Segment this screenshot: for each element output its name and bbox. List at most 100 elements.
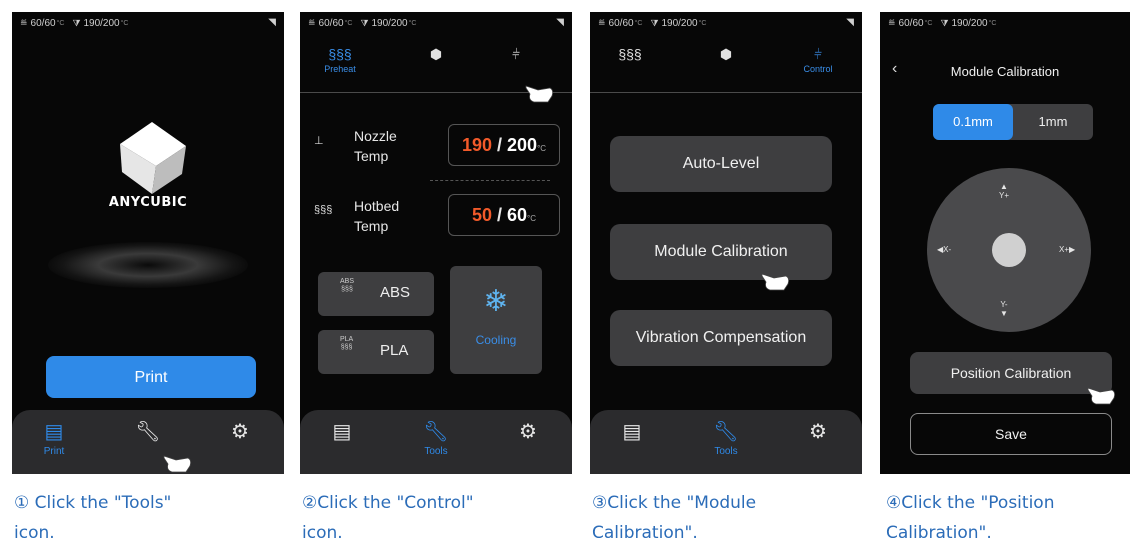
screen-home: ≝ 60/60 °C ⧩ 190/200 °C ◥ ANYCUBIC Print ▤ P… bbox=[12, 12, 284, 474]
deg-unit: °C bbox=[924, 19, 933, 27]
nav-tools-label: Tools bbox=[424, 446, 448, 457]
gear-icon: ⚙ bbox=[809, 421, 827, 443]
gear-icon: ⚙ bbox=[519, 421, 537, 443]
position-calibration-button[interactable]: Position Calibration bbox=[910, 352, 1112, 394]
abs-preheat-button[interactable]: ABS §§§ ABS bbox=[318, 272, 434, 316]
heater-icon: ABS §§§ bbox=[340, 278, 355, 293]
deg-unit: °C bbox=[120, 19, 129, 27]
hand-pointer-icon bbox=[525, 85, 554, 103]
pla-small-label: PLA bbox=[340, 336, 354, 343]
nav-settings[interactable]: ⚙ bbox=[210, 420, 270, 446]
x-plus-button[interactable]: X+▶ bbox=[1059, 245, 1075, 254]
nav-tools[interactable]: 🔧︎ Tools bbox=[406, 420, 466, 457]
nozzle-temp-field[interactable]: 190 / 200°C bbox=[448, 124, 560, 166]
hotbed-current: 50 bbox=[471, 205, 492, 225]
wrench-icon: 🔧︎ bbox=[423, 421, 449, 443]
hand-pointer-icon bbox=[1087, 387, 1116, 405]
decorative-swirl bbox=[48, 242, 248, 288]
caption-step-4: ④Click the "Position Calibration". bbox=[886, 488, 1126, 548]
tab-control[interactable]: ⫩ Control bbox=[786, 44, 850, 74]
nav-print[interactable]: ▤ bbox=[602, 420, 662, 446]
caption-step-2: ②Click the "Control" icon. bbox=[302, 488, 542, 548]
tab-control[interactable]: ⫩ bbox=[484, 44, 548, 64]
deg-unit: °C bbox=[988, 19, 997, 27]
nozzle-temp-status: 190/200 bbox=[371, 17, 408, 29]
file-icon: ▤ bbox=[622, 421, 642, 443]
caption-line: icon. bbox=[14, 523, 55, 543]
caption-line: ① Click the "Tools" bbox=[14, 493, 172, 513]
vibration-compensation-button[interactable]: Vibration Compensation bbox=[610, 310, 832, 366]
tab-preheat[interactable]: §§§ bbox=[598, 44, 662, 64]
bed-temp-status: 60/60 bbox=[318, 17, 344, 29]
y-minus-label: Y- bbox=[1000, 300, 1008, 309]
nozzle-icon: ⧩ bbox=[940, 17, 949, 28]
screen-control: ≝ 60/60 °C ⧩ 190/200 °C ◥ §§§ ⬢ ⫩ Control Au… bbox=[590, 12, 862, 474]
bottom-nav: ▤ 🔧︎ Tools ⚙ bbox=[590, 410, 862, 474]
abs-label: ABS bbox=[380, 284, 411, 301]
nozzle-target: 200 bbox=[507, 135, 538, 155]
nav-tools[interactable]: 🔧︎ Tools bbox=[696, 420, 756, 457]
preheat-icon: §§§ bbox=[328, 46, 352, 62]
hotbed-temp-field[interactable]: 50 / 60°C bbox=[448, 194, 560, 236]
preheat-icon: §§§ bbox=[618, 46, 642, 62]
hand-pointer-icon bbox=[163, 455, 192, 473]
caption-line: ④Click the "Position bbox=[886, 493, 1055, 513]
wifi-icon: ◥ bbox=[556, 17, 564, 28]
nozzle-temp-label: Nozzle Temp bbox=[354, 128, 397, 164]
deg-unit: °C bbox=[56, 19, 65, 27]
deg-unit: °C bbox=[408, 19, 417, 27]
caption-line: Calibration". bbox=[592, 523, 698, 543]
nav-tools[interactable]: 🔧︎ bbox=[118, 420, 178, 446]
tab-fan[interactable]: ⬢ bbox=[404, 44, 468, 64]
direction-pad: ▲ Y+ Y- ▼ ◀X- X+▶ bbox=[927, 168, 1091, 332]
tab-fan[interactable]: ⬢ bbox=[694, 44, 758, 64]
hand-pointer-icon bbox=[761, 273, 790, 291]
hotbed-target: 60 bbox=[507, 205, 528, 225]
temp-unit: °C bbox=[527, 214, 537, 223]
snowflake-icon: ❄ bbox=[483, 285, 509, 318]
y-plus-button[interactable]: ▲ Y+ bbox=[999, 182, 1009, 200]
hotbed-temp-label: Hotbed Temp bbox=[354, 198, 400, 234]
bottom-nav: ▤ 🔧︎ Tools ⚙ bbox=[300, 410, 572, 474]
temp-unit: °C bbox=[537, 144, 547, 153]
print-button[interactable]: Print bbox=[46, 356, 256, 398]
nozzle-icon: ⧩ bbox=[72, 17, 81, 28]
pla-preheat-button[interactable]: PLA §§§ PLA bbox=[318, 330, 434, 374]
y-minus-button[interactable]: Y- ▼ bbox=[1000, 300, 1008, 318]
status-bar: ≝ 60/60 °C ⧩ 190/200 °C ◥ bbox=[12, 12, 284, 34]
y-plus-label: Y+ bbox=[999, 191, 1010, 200]
wifi-icon: ◥ bbox=[846, 17, 854, 28]
nozzle-icon: ⧩ bbox=[650, 17, 659, 28]
nav-settings[interactable]: ⚙ bbox=[788, 420, 848, 446]
home-button[interactable] bbox=[992, 233, 1026, 267]
cooling-label: Cooling bbox=[475, 333, 517, 347]
nozzle-temp-status: 190/200 bbox=[83, 17, 120, 29]
tab-preheat[interactable]: §§§ Preheat bbox=[308, 44, 372, 74]
cooling-button[interactable]: ❄ Cooling bbox=[450, 266, 542, 374]
pla-label: PLA bbox=[380, 342, 409, 359]
gear-icon: ⚙ bbox=[231, 421, 249, 443]
x-minus-button[interactable]: ◀X- bbox=[937, 245, 951, 254]
auto-level-button[interactable]: Auto-Level bbox=[610, 136, 832, 192]
control-icon: ⫩ bbox=[511, 46, 521, 62]
caption-line: Calibration". bbox=[886, 523, 992, 543]
heater-icon: PLA §§§ bbox=[340, 336, 354, 351]
nav-settings[interactable]: ⚙ bbox=[498, 420, 558, 446]
hotbed-temp-row: §§§ Hotbed Temp 50 / 60°C bbox=[314, 192, 560, 242]
fan-icon: ⬢ bbox=[719, 46, 733, 62]
step-option-1mm[interactable]: 1mm bbox=[1013, 104, 1093, 140]
tab-bar: §§§ ⬢ ⫩ Control bbox=[590, 40, 862, 93]
deg-unit: °C bbox=[634, 19, 643, 27]
wrench-icon: 🔧︎ bbox=[713, 421, 739, 443]
abs-small-label: ABS bbox=[340, 278, 355, 285]
nav-print[interactable]: ▤ bbox=[312, 420, 372, 446]
step-option-0-1mm[interactable]: 0.1mm bbox=[933, 104, 1013, 140]
nav-print-label: Print bbox=[43, 446, 65, 457]
save-button[interactable]: Save bbox=[910, 413, 1112, 455]
nav-print[interactable]: ▤ Print bbox=[24, 420, 84, 457]
module-calibration-button[interactable]: Module Calibration bbox=[610, 224, 832, 280]
anycubic-logo-icon bbox=[120, 122, 186, 194]
wifi-icon: ◥ bbox=[268, 17, 276, 28]
caption-line: icon. bbox=[302, 523, 343, 543]
nozzle-temp-status: 190/200 bbox=[661, 17, 698, 29]
